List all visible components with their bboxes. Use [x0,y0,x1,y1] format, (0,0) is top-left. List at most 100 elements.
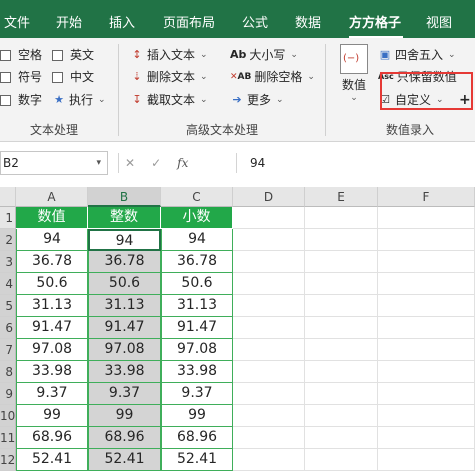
table-cell[interactable]: 91.47 [16,317,88,339]
empty-cell[interactable] [233,427,305,449]
extract-text-button[interactable]: ↧ 截取文本 ⌄ [130,91,207,109]
table-cell[interactable]: 50.6 [88,273,161,295]
table-cell[interactable]: 52.41 [161,449,233,471]
add-button[interactable]: + [459,91,471,109]
table-header-cell[interactable]: 数值 [16,207,88,229]
checkbox-icon[interactable] [52,49,63,61]
table-cell[interactable]: 94 [16,229,88,251]
table-cell[interactable]: 97.08 [161,339,233,361]
table-cell[interactable]: 36.78 [16,251,88,273]
more-button[interactable]: ➔ 更多 ⌄ [230,91,283,109]
name-box[interactable]: B2 ▾ [0,151,108,175]
check-symbol[interactable]: 符号 [0,68,42,86]
col-header-b[interactable]: B [88,187,161,207]
check-number[interactable]: 数字 [0,91,42,109]
delete-text-button[interactable]: ⇣ 删除文本 ⌄ [130,68,207,86]
empty-cell[interactable] [378,427,475,449]
table-cell[interactable]: 31.13 [16,295,88,317]
empty-cell[interactable] [233,383,305,405]
empty-cell[interactable] [305,295,378,317]
table-cell[interactable]: 91.47 [161,317,233,339]
tab-view[interactable]: 视图 [426,15,452,33]
empty-cell[interactable] [233,273,305,295]
empty-cell[interactable] [378,295,475,317]
table-cell[interactable]: 31.13 [88,295,161,317]
table-cell[interactable]: 36.78 [161,251,233,273]
row-header[interactable]: 6 [0,317,16,339]
table-cell[interactable]: 68.96 [16,427,88,449]
table-cell[interactable]: 91.47 [88,317,161,339]
tab-page-layout[interactable]: 页面布局 [163,15,215,33]
col-header-c[interactable]: C [161,187,233,207]
row-header[interactable]: 10 [0,405,16,427]
empty-cell[interactable] [233,361,305,383]
table-cell[interactable]: 68.96 [161,427,233,449]
empty-cell[interactable] [378,251,475,273]
table-cell[interactable]: 33.98 [161,361,233,383]
empty-cell[interactable] [378,361,475,383]
row-header[interactable]: 5 [0,295,16,317]
tab-data[interactable]: 数据 [295,15,321,33]
empty-cell[interactable] [305,339,378,361]
table-cell[interactable]: 52.41 [88,449,161,471]
table-cell[interactable]: 9.37 [88,383,161,405]
empty-cell[interactable] [378,229,475,251]
row-header[interactable]: 4 [0,273,16,295]
empty-cell[interactable] [233,405,305,427]
table-cell[interactable]: 94 [161,229,233,251]
row-header[interactable]: 7 [0,339,16,361]
empty-cell[interactable] [305,427,378,449]
table-cell[interactable]: 33.98 [16,361,88,383]
empty-cell[interactable] [305,449,378,471]
checkbox-icon[interactable] [0,94,11,106]
table-cell[interactable]: 36.78 [88,251,161,273]
table-header-cell[interactable]: 整数 [88,207,161,229]
delete-spaces-button[interactable]: ✕AB 删除空格 ⌄ [230,68,315,86]
tab-formulas[interactable]: 公式 [242,15,268,33]
empty-cell[interactable] [378,273,475,295]
table-header-cell[interactable]: 小数 [161,207,233,229]
table-cell[interactable]: 99 [88,405,161,427]
checkbox-icon[interactable] [52,71,63,83]
round-button[interactable]: ▣ 四舍五入 ⌄ [378,46,456,64]
custom-button[interactable]: ☑ 自定义 ⌄ [378,91,444,109]
table-cell[interactable]: 97.08 [88,339,161,361]
execute-button[interactable]: ★ 执行 ⌄ [52,91,106,109]
row-header[interactable]: 12 [0,449,16,471]
check-english[interactable]: 英文 [52,46,94,64]
row-header[interactable]: 2 [0,229,16,251]
table-cell[interactable]: 50.6 [16,273,88,295]
tab-file[interactable]: 文件 [4,15,30,33]
empty-cell[interactable] [305,361,378,383]
table-cell[interactable]: 97.08 [16,339,88,361]
tab-insert[interactable]: 插入 [109,15,135,33]
row-header[interactable]: 8 [0,361,16,383]
table-cell[interactable]: 68.96 [88,427,161,449]
table-cell[interactable]: 99 [16,405,88,427]
empty-cell[interactable] [305,251,378,273]
table-cell[interactable]: 50.6 [161,273,233,295]
table-cell[interactable]: 33.98 [88,361,161,383]
row-header[interactable]: 3 [0,251,16,273]
select-all-corner[interactable] [0,187,16,207]
formula-input[interactable]: 94 [240,151,475,175]
table-cell[interactable]: 31.13 [161,295,233,317]
empty-cell[interactable] [305,405,378,427]
empty-cell[interactable] [305,229,378,251]
empty-cell[interactable] [305,383,378,405]
empty-cell[interactable] [233,251,305,273]
empty-cell[interactable] [233,449,305,471]
table-cell[interactable]: 52.41 [16,449,88,471]
empty-cell[interactable] [378,207,475,229]
check-space[interactable]: 空格 [0,46,42,64]
empty-cell[interactable] [378,317,475,339]
empty-cell[interactable] [305,273,378,295]
empty-cell[interactable] [378,405,475,427]
confirm-icon[interactable]: ✓ [151,156,161,170]
empty-cell[interactable] [233,229,305,251]
table-cell[interactable]: 99 [161,405,233,427]
insert-text-button[interactable]: ↕ 插入文本 ⌄ [130,46,207,64]
table-cell[interactable]: 9.37 [161,383,233,405]
cancel-icon[interactable]: ✕ [125,156,135,170]
empty-cell[interactable] [233,317,305,339]
